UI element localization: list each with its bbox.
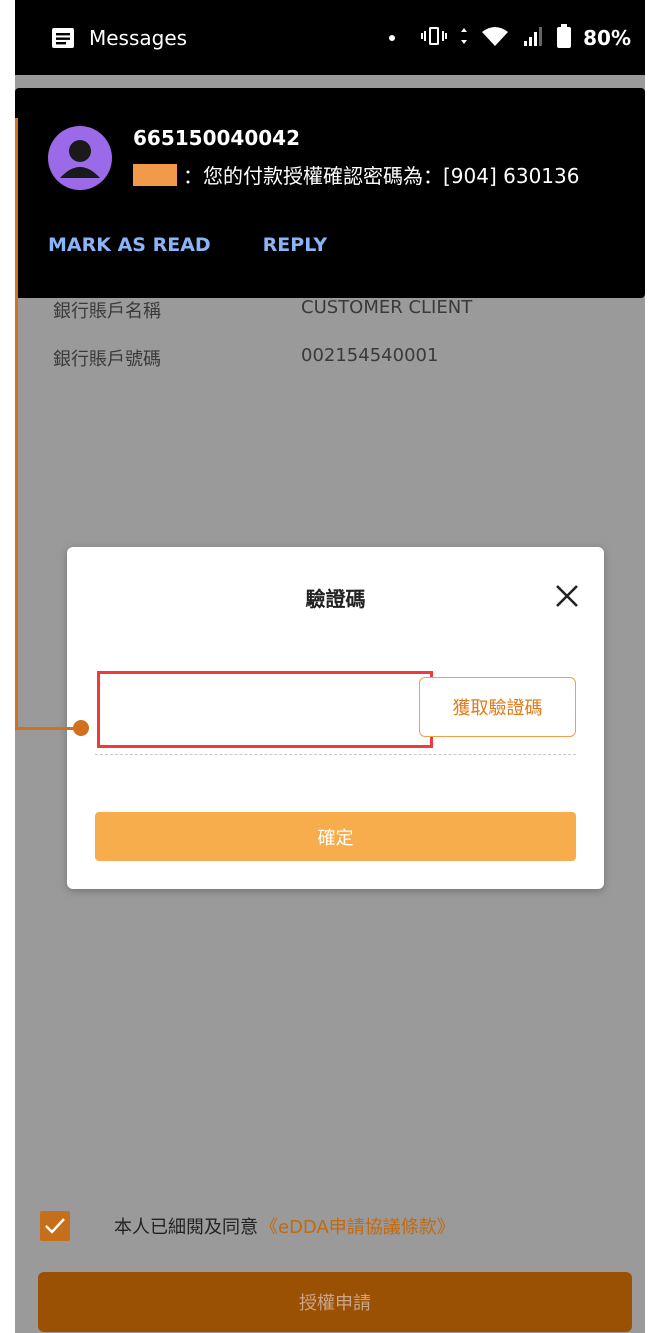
confirm-button[interactable]: 確定 <box>95 812 576 861</box>
account-name-value: CUSTOMER CLIENT <box>301 297 473 318</box>
screen-frame-left <box>0 0 15 1333</box>
notification-message-row: ：您的付款授權確認密碼為：[904] 630136 <box>133 160 579 189</box>
close-icon[interactable] <box>554 583 580 609</box>
input-underline-divider <box>95 754 576 755</box>
verification-dialog: 驗證碼 獲取驗證碼 確定 <box>67 547 604 889</box>
account-name-row: 銀行賬戶名稱 CUSTOMER CLIENT <box>53 297 472 323</box>
screen-frame-right <box>645 0 660 1333</box>
account-number-row: 銀行賬戶號碼 002154540001 <box>53 345 438 371</box>
annotation-line-horizontal <box>15 727 79 730</box>
battery-percent: 80% <box>583 25 631 50</box>
redacted-sender-name <box>133 163 177 186</box>
vibrate-icon <box>421 25 448 51</box>
notification-message: ：您的付款授權確認密碼為：[904] 630136 <box>183 164 580 188</box>
data-arrows-icon <box>459 25 469 51</box>
dialog-title: 驗證碼 <box>305 587 366 611</box>
sms-notification[interactable]: 665150040042 ：您的付款授權確認密碼為：[904] 630136 M… <box>15 88 645 298</box>
authorize-submit-button[interactable]: 授權申請 <box>38 1272 632 1332</box>
reply-button[interactable]: REPLY <box>263 234 327 256</box>
checkmark-icon <box>45 1218 65 1234</box>
status-app-label: Messages <box>89 25 188 50</box>
account-number-value: 002154540001 <box>301 345 439 366</box>
annotation-line-vertical <box>15 118 18 730</box>
terms-agreement-row: 本人已細閱及同意 《eDDA申請協議條款》 <box>40 1211 455 1241</box>
status-bar: Messages 80% <box>15 0 645 75</box>
mark-as-read-button[interactable]: MARK AS READ <box>48 234 211 256</box>
terms-link[interactable]: 《eDDA申請協議條款》 <box>260 1213 455 1239</box>
notification-actions: MARK AS READ REPLY <box>48 234 327 256</box>
notification-dot-icon <box>389 34 396 41</box>
notification-sender: 665150040042 <box>133 126 300 150</box>
wifi-icon <box>481 25 509 51</box>
agree-checkbox[interactable] <box>40 1211 70 1241</box>
annotation-dot <box>73 720 89 736</box>
get-code-button[interactable]: 獲取驗證碼 <box>419 677 576 737</box>
account-name-label: 銀行賬戶名稱 <box>53 301 161 322</box>
signal-icon <box>521 25 545 51</box>
messages-app-icon <box>51 27 75 49</box>
account-number-label: 銀行賬戶號碼 <box>53 349 161 370</box>
battery-icon <box>557 23 572 52</box>
verification-code-input[interactable] <box>97 671 433 748</box>
agree-text: 本人已細閱及同意 <box>114 1217 258 1238</box>
contact-avatar-icon <box>48 126 112 190</box>
